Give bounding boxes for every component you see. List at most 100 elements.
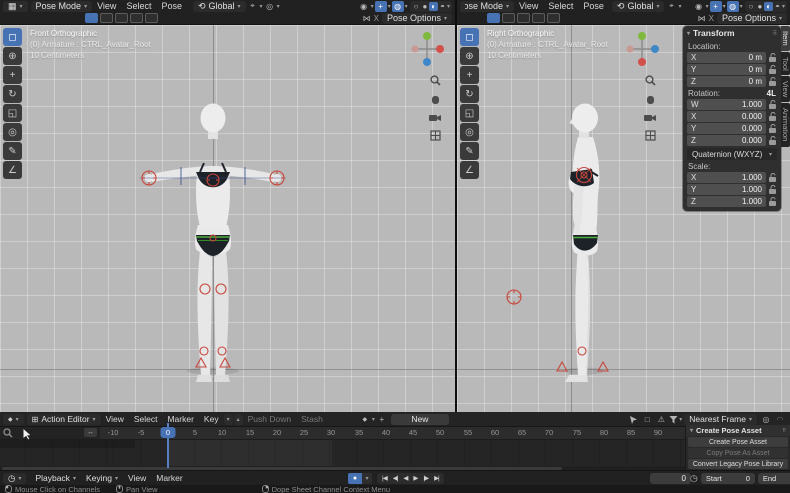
location-x-field[interactable]: X0 m	[687, 52, 766, 63]
menu-view[interactable]: View	[92, 1, 121, 11]
shading-solid-icon[interactable]: ●	[420, 2, 429, 11]
curve-modifier-icon[interactable]: ◠	[774, 414, 786, 425]
current-frame-indicator[interactable]: 0	[161, 427, 176, 438]
pose-options-dropdown[interactable]: Pose Options▾	[382, 13, 452, 24]
transform-tool[interactable]: ◎	[460, 123, 479, 141]
play-reverse-button[interactable]: ◀	[400, 474, 410, 482]
editor-type-button[interactable]: ◷▾	[3, 473, 26, 484]
visibility-icon[interactable]: ◉	[358, 1, 370, 12]
select-box-tool[interactable]: ◻	[3, 28, 22, 46]
mirror-x-icon[interactable]: ⋈	[696, 13, 708, 24]
marker-menu[interactable]: Marker	[151, 473, 187, 483]
convert-legacy-pose-library-button[interactable]: Convert Legacy Pose Library	[688, 459, 788, 469]
menu-select[interactable]: Select	[121, 1, 156, 11]
bone-display-icon-4[interactable]	[532, 13, 545, 23]
scale-z-field[interactable]: Z1.000	[687, 196, 766, 207]
scale-y-field[interactable]: Y1.000	[687, 184, 766, 195]
shading-wireframe-icon[interactable]: ○	[412, 2, 421, 11]
gizmos-toggle-icon[interactable]: +	[710, 1, 722, 12]
pan-hand-icon[interactable]	[430, 94, 441, 105]
frame-range-icon[interactable]: □	[641, 414, 653, 425]
lock-icon[interactable]	[769, 124, 777, 133]
pose-options-dropdown[interactable]: Pose Options▾	[717, 13, 787, 24]
copy-pose-as-asset-button[interactable]: Copy Pose As Asset	[688, 448, 788, 458]
create-pose-asset-button[interactable]: Create Pose Asset	[688, 437, 788, 447]
lock-icon[interactable]	[769, 185, 777, 194]
keying-set-dropdown[interactable]: ▾	[362, 473, 372, 484]
measure-tool[interactable]: ∠	[460, 161, 479, 179]
snap-icon[interactable]: ⌖	[665, 1, 677, 12]
mode-dropdown[interactable]: Pose Mode▾	[460, 1, 514, 12]
lock-icon[interactable]	[769, 65, 777, 74]
only-selected-icon[interactable]	[629, 415, 638, 424]
camera-view-icon[interactable]	[429, 113, 441, 122]
play-button[interactable]: ▶	[410, 474, 420, 482]
drag-handle-icon[interactable]: ⠿	[773, 30, 777, 37]
add-icon[interactable]: +	[376, 414, 388, 425]
drag-handle-icon[interactable]: ⠿	[782, 428, 786, 434]
mode-dropdown[interactable]: Pose Mode▾	[31, 1, 93, 12]
resize-handle-icon[interactable]: ↔	[84, 428, 97, 437]
filter-funnel-icon[interactable]	[669, 415, 678, 424]
transform-tool[interactable]: ◎	[3, 123, 22, 141]
shading-solid-icon[interactable]: ●	[755, 2, 764, 11]
visibility-icon[interactable]: ◉	[693, 1, 705, 12]
rotate-tool[interactable]: ↻	[3, 85, 22, 103]
cursor-tool[interactable]: ⊕	[3, 47, 22, 65]
tab-animation[interactable]: Animation	[781, 103, 790, 146]
keying-menu[interactable]: Keying▾	[81, 473, 123, 484]
new-action-button[interactable]: New	[391, 414, 449, 425]
scale-x-field[interactable]: X1.000	[687, 172, 766, 183]
grease-pencil-icon[interactable]: ◆	[359, 414, 371, 425]
bone-display-icon-3[interactable]	[115, 13, 128, 23]
lock-icon[interactable]	[769, 197, 777, 206]
navigation-gizmo[interactable]	[622, 29, 662, 69]
unlink-action-button[interactable]: ▴	[234, 414, 243, 425]
timeline-ruler[interactable]: ↔ -10 -5 0 5 10 15 20 25 30 35 40 45 50 …	[0, 427, 790, 440]
menu-key[interactable]: Key	[199, 414, 224, 424]
orientation-dropdown[interactable]: ⟲Global▾	[193, 1, 246, 12]
shading-rendered-icon[interactable]: ◓	[773, 2, 782, 11]
collapse-icon[interactable]: ▾	[690, 427, 693, 434]
jump-to-end-button[interactable]: ▶|	[431, 474, 442, 482]
zoom-icon[interactable]	[430, 75, 441, 86]
navigation-gizmo[interactable]	[407, 29, 447, 69]
annotate-tool[interactable]: ✎	[3, 142, 22, 160]
editor-type-button[interactable]: ▦▾	[3, 1, 28, 12]
tab-view[interactable]: View	[781, 76, 790, 102]
view-menu[interactable]: View	[123, 473, 151, 483]
menu-view[interactable]: View	[514, 1, 543, 11]
move-tool[interactable]: +	[460, 66, 479, 84]
location-z-field[interactable]: Z0 m	[687, 76, 766, 87]
orientation-dropdown[interactable]: ⟲Global▾	[612, 1, 665, 12]
preview-range-clock-icon[interactable]: ◷	[690, 473, 698, 484]
snap-icon[interactable]: ⌖	[247, 1, 259, 12]
editor-type-button[interactable]: ◆▾	[3, 414, 24, 425]
auto-keying-record-button[interactable]: ●	[348, 473, 362, 484]
move-tool[interactable]: +	[3, 66, 22, 84]
mirror-x-icon[interactable]: ⋈	[361, 13, 373, 24]
next-keyframe-button[interactable]: |▶	[420, 474, 431, 482]
tab-item[interactable]: Item	[781, 26, 790, 51]
scale-tool[interactable]: ◱	[460, 104, 479, 122]
rotation-x-field[interactable]: X0.000	[687, 111, 766, 122]
scale-tool[interactable]: ◱	[3, 104, 22, 122]
gizmos-toggle-icon[interactable]: +	[375, 1, 387, 12]
dope-sheet-body[interactable]	[0, 440, 790, 471]
browse-action-button[interactable]: ▾	[224, 414, 233, 425]
rotation-y-field[interactable]: Y0.000	[687, 123, 766, 134]
snap-mode-dropdown[interactable]: Nearest Frame▾	[684, 414, 757, 425]
viewport-canvas-front[interactable]: Front Orthographic (0) Armature : CTRL_A…	[0, 25, 455, 412]
playback-menu[interactable]: Playback▾	[30, 473, 81, 484]
orthographic-toggle-icon[interactable]	[430, 130, 441, 141]
proportional-edit-icon[interactable]: ◎	[760, 414, 772, 425]
current-frame-field[interactable]: 0	[650, 473, 691, 484]
menu-view[interactable]: View	[101, 414, 129, 424]
bone-display-icon-2[interactable]	[502, 13, 515, 23]
annotate-tool[interactable]: ✎	[460, 142, 479, 160]
bone-display-icon-3[interactable]	[517, 13, 530, 23]
lock-icon[interactable]	[769, 136, 777, 145]
menu-select[interactable]: Select	[543, 1, 578, 11]
bone-display-icon-2[interactable]	[100, 13, 113, 23]
tab-tool[interactable]: Tool	[781, 52, 790, 76]
